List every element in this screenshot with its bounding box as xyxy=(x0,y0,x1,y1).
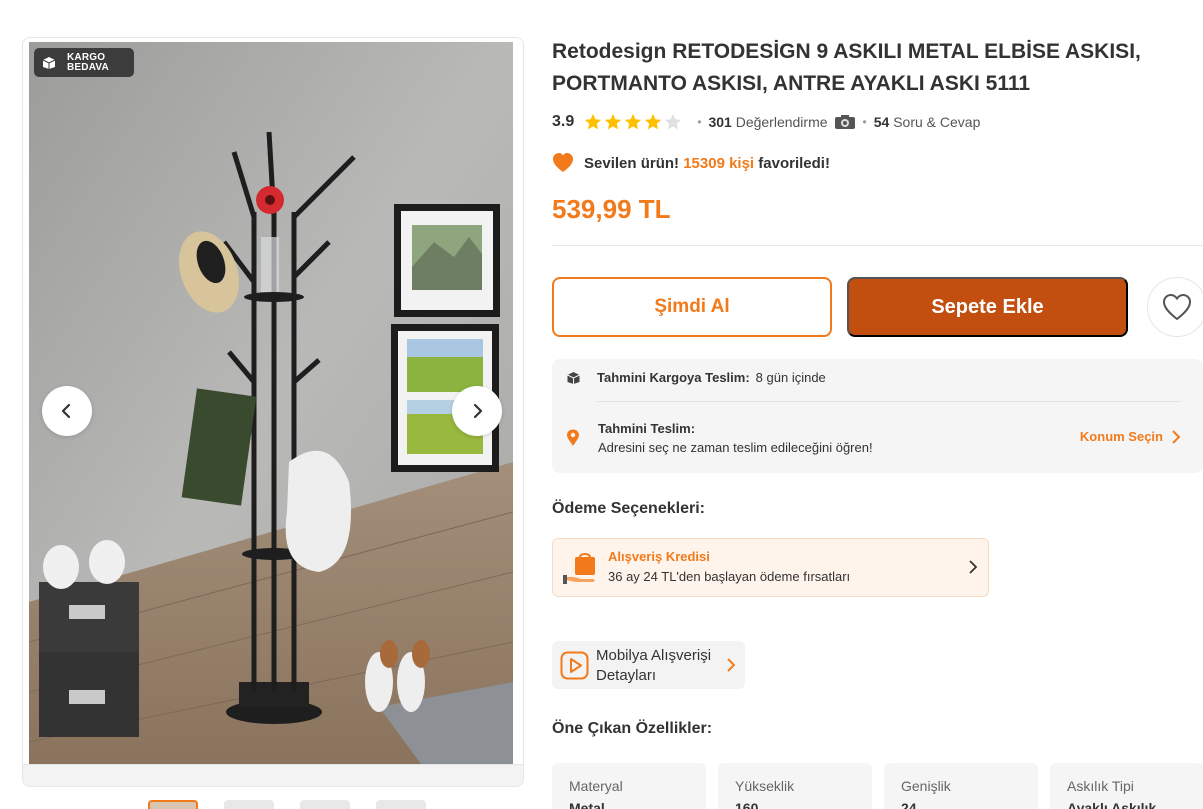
star-empty-icon xyxy=(665,113,682,130)
furniture-shopping-label: Mobilya Alışverişi Detayları xyxy=(596,647,712,684)
favorite-info: Sevilen ürün! 15309 kişi favoriledi! xyxy=(552,152,830,174)
featured-attributes-title: Öne Çıkan Özellikler: xyxy=(552,720,713,737)
shopping-credit-desc: 36 ay 24 TL'den başlayan ödeme fırsatlar… xyxy=(608,569,851,584)
chevron-left-icon xyxy=(61,403,71,419)
coat-rack-photo xyxy=(29,42,513,768)
review-link[interactable]: 301 Değerlendirme xyxy=(708,114,827,130)
thumbnail-1[interactable] xyxy=(148,800,198,809)
product-gallery xyxy=(22,37,524,787)
favorite-button[interactable] xyxy=(1147,277,1203,337)
gallery-scrollbar[interactable] xyxy=(23,764,523,786)
feature-key: Materyal xyxy=(569,778,623,794)
orange-heart-icon xyxy=(553,153,573,172)
chevron-right-icon xyxy=(969,560,978,574)
add-to-cart-button[interactable]: Sepete Ekle xyxy=(847,277,1128,337)
product-title: Retodesign RETODESİGN 9 ASKILI METAL ELB… xyxy=(552,36,1172,100)
favorite-count: 15309 kişi xyxy=(683,154,755,172)
star-filled-icon xyxy=(625,113,642,130)
shopping-bag-hand-icon xyxy=(563,553,595,584)
package-icon xyxy=(42,56,56,69)
play-video-icon xyxy=(560,651,589,680)
brand-link[interactable]: Retodesign xyxy=(552,40,666,63)
cargo-delivery-label: Tahmini Kargoya Teslim: xyxy=(597,370,750,385)
thumbnail-list xyxy=(148,800,426,809)
feature-value: Metal xyxy=(569,800,605,809)
estimated-delivery-label: Tahmini Teslim: xyxy=(598,421,696,436)
favorite-suffix: favoriledi! xyxy=(758,154,830,172)
furniture-shopping-details-link[interactable]: Mobilya Alışverişi Detayları xyxy=(552,641,745,689)
feature-card-material: Materyal Metal xyxy=(552,763,706,809)
shopping-credit-card[interactable]: Alışveriş Kredisi 36 ay 24 TL'den başlay… xyxy=(552,538,989,597)
buy-now-button[interactable]: Şimdi Al xyxy=(552,277,832,337)
cargo-delivery-row: Tahmini Kargoya Teslim: 8 gün içinde xyxy=(566,370,826,385)
thumbnail-2[interactable] xyxy=(224,800,274,809)
feature-value: 24 xyxy=(901,800,917,809)
thumbnail-3[interactable] xyxy=(300,800,350,809)
favorite-prefix: Sevilen ürün! xyxy=(584,154,680,172)
select-location-link[interactable]: Konum Seçin xyxy=(1080,429,1181,444)
payment-options-title: Ödeme Seçenekleri: xyxy=(552,500,705,517)
chevron-right-icon xyxy=(1172,429,1181,444)
feature-key: Askılık Tipi xyxy=(1067,778,1134,794)
divider xyxy=(597,401,1181,402)
feature-card-height: Yükseklik 160 xyxy=(718,763,872,809)
location-pin-icon xyxy=(567,429,579,446)
rating-stars xyxy=(584,113,682,131)
product-image[interactable] xyxy=(29,42,513,768)
divider xyxy=(552,245,1203,246)
feature-value: 160 xyxy=(735,800,759,809)
feature-key: Yükseklik xyxy=(735,778,795,794)
star-filled-icon xyxy=(645,113,662,130)
feature-card-rack-type: Askılık Tipi Ayaklı Askılık xyxy=(1050,763,1203,809)
chevron-right-icon xyxy=(727,658,735,672)
thumbnail-4[interactable] xyxy=(376,800,426,809)
feature-card-width: Genişlik 24 xyxy=(884,763,1038,809)
heart-outline-icon xyxy=(1162,293,1192,321)
cargo-delivery-value: 8 gün içinde xyxy=(755,370,826,385)
product-price: 539,99 TL xyxy=(552,194,671,224)
star-filled-icon xyxy=(585,113,602,130)
shopping-credit-title: Alışveriş Kredisi xyxy=(608,549,710,564)
package-icon xyxy=(567,371,580,384)
feature-key: Genişlik xyxy=(901,778,951,794)
rating-score: 3.9 xyxy=(552,113,575,130)
separator-dot: • xyxy=(862,115,867,129)
qa-link[interactable]: 54 Soru & Cevap xyxy=(874,114,981,130)
free-shipping-text: KARGO BEDAVA xyxy=(67,51,109,73)
free-shipping-badge: KARGO BEDAVA xyxy=(34,48,134,77)
next-image-button[interactable] xyxy=(452,386,502,436)
rating-summary: 3.9 • 301 Değerlendirme • 54 Soru & Ceva… xyxy=(552,112,980,132)
estimated-delivery-hint: Adresini seç ne zaman teslim edileceğini… xyxy=(598,440,873,455)
star-filled-icon xyxy=(605,113,622,130)
previous-image-button[interactable] xyxy=(42,386,92,436)
feature-value: Ayaklı Askılık xyxy=(1067,800,1157,809)
chevron-right-icon xyxy=(473,403,483,419)
camera-icon xyxy=(834,115,855,129)
separator-dot: • xyxy=(697,115,702,129)
delivery-info: Tahmini Kargoya Teslim: 8 gün içinde Tah… xyxy=(552,359,1203,473)
